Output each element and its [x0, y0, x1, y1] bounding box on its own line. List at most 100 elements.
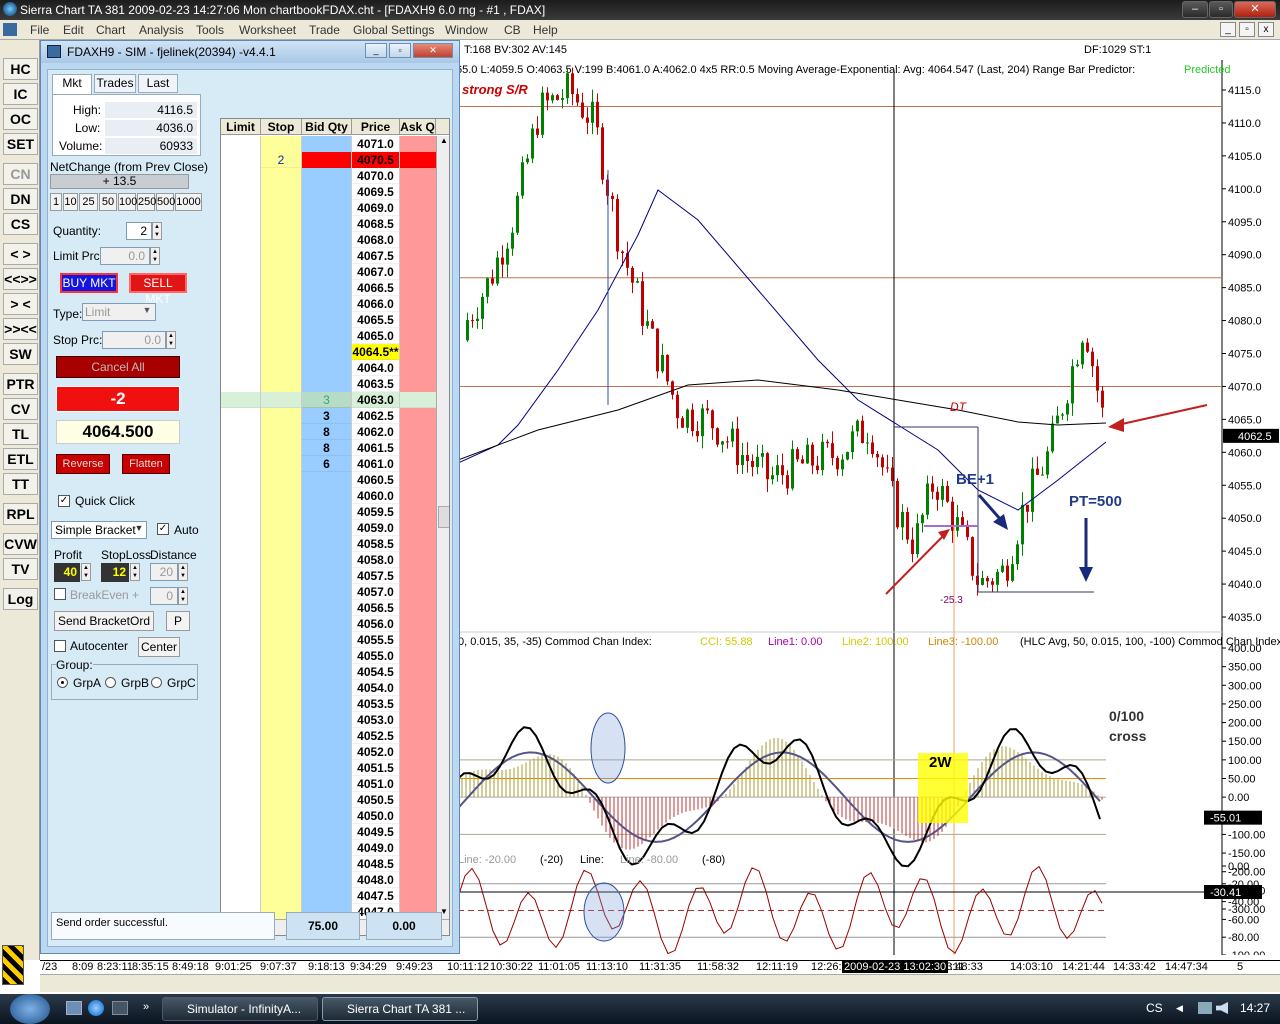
- tab-trades[interactable]: Trades: [94, 74, 136, 93]
- sound-alert-icon[interactable]: [2, 945, 24, 985]
- toolbar-button-19[interactable]: TV: [3, 558, 38, 580]
- toolbar-button-2[interactable]: OC: [3, 108, 38, 130]
- toolbar-button-3[interactable]: SET: [3, 133, 38, 155]
- reverse-button[interactable]: Reverse: [56, 454, 110, 474]
- toolbar-button-1[interactable]: IC: [3, 83, 38, 105]
- quicklaunch-expand-icon[interactable]: »: [143, 1001, 149, 1013]
- breakeven-stepper[interactable]: ▲ ▼: [178, 587, 188, 605]
- group-c-radio[interactable]: [151, 677, 162, 688]
- taskbar-item-sierra-chart[interactable]: Sierra Chart TA 381 ...: [322, 997, 478, 1021]
- breakeven-input[interactable]: 0: [150, 587, 178, 605]
- menu-trade[interactable]: Trade: [309, 23, 340, 37]
- menu-global-settings[interactable]: Global Settings: [353, 23, 434, 37]
- toolbar-button-4[interactable]: CN: [3, 163, 38, 185]
- toolbar-button-20[interactable]: Log: [3, 588, 38, 610]
- start-button[interactable]: [10, 994, 50, 1024]
- bid-qty-cell[interactable]: 8: [302, 440, 351, 456]
- group-b-radio[interactable]: [105, 677, 116, 688]
- menu-cb[interactable]: CB: [504, 23, 521, 37]
- clock[interactable]: 14:27: [1240, 1001, 1270, 1015]
- ask-qty-column[interactable]: [400, 136, 436, 921]
- toolbar-button-11[interactable]: SW: [3, 343, 38, 365]
- switch-windows-icon[interactable]: [112, 1001, 128, 1015]
- toolbar-button-9[interactable]: > <: [3, 293, 38, 315]
- menu-chart[interactable]: Chart: [96, 23, 125, 37]
- dom-minimize-button[interactable]: _: [365, 43, 387, 58]
- quick-click-checkbox[interactable]: ✓: [58, 495, 70, 507]
- close-button[interactable]: ✕: [1234, 1, 1276, 18]
- quantity-stepper[interactable]: ▲ ▼: [152, 222, 162, 240]
- toolbar-button-10[interactable]: >><<: [3, 318, 38, 340]
- stop-column[interactable]: 2: [261, 136, 302, 921]
- price-chart-svg[interactable]: T:168 BV:302 AV:145 DF:1029 ST:1 65.0 L:40…: [458, 40, 1280, 960]
- ask-row-highlight[interactable]: [400, 152, 436, 168]
- qty-preset-button-10[interactable]: 10: [63, 193, 78, 211]
- toolbar-button-7[interactable]: < >: [3, 243, 38, 265]
- stop-price-stepper[interactable]: ▲ ▼: [166, 331, 176, 349]
- center-button[interactable]: Center: [138, 637, 180, 657]
- send-bracket-order-button[interactable]: Send BracketOrd: [54, 611, 154, 631]
- menu-window[interactable]: Window: [445, 23, 488, 37]
- group-a-radio[interactable]: [57, 677, 68, 688]
- qty-preset-button-25[interactable]: 25: [79, 193, 98, 211]
- mdi-close-button[interactable]: x: [1258, 22, 1274, 37]
- qty-preset-button-250[interactable]: 250: [137, 193, 156, 211]
- menu-edit[interactable]: Edit: [63, 23, 84, 37]
- maximize-button[interactable]: ▫: [1209, 1, 1233, 18]
- scroll-up-icon[interactable]: ▲: [438, 136, 449, 150]
- chart-area[interactable]: T:168 BV:302 AV:145 DF:1029 ST:1 65.0 L:40…: [458, 40, 1280, 960]
- qty-preset-button-50[interactable]: 50: [99, 193, 117, 211]
- chevron-down-icon[interactable]: ▼: [140, 305, 154, 319]
- toolbar-button-15[interactable]: ETL: [3, 448, 38, 470]
- profit-stepper[interactable]: ▲ ▼: [81, 563, 91, 581]
- toolbar-button-8[interactable]: <<>>: [3, 268, 38, 290]
- browser-icon[interactable]: [88, 1000, 104, 1016]
- chart-horizontal-scrollbar[interactable]: [40, 974, 1280, 992]
- show-desktop-icon[interactable]: [66, 1001, 82, 1015]
- volume-icon[interactable]: [1216, 1002, 1228, 1014]
- profit-input[interactable]: 40: [54, 563, 80, 582]
- stop-order-qty[interactable]: 2: [261, 152, 301, 168]
- cancel-all-button[interactable]: Cancel All: [56, 356, 180, 378]
- chart-menu-icon[interactable]: [3, 23, 17, 36]
- ladder-scroll-thumb[interactable]: [438, 506, 449, 528]
- bid-qty-cell[interactable]: 3: [302, 408, 351, 424]
- language-indicator[interactable]: CS: [1146, 1001, 1163, 1015]
- bid-qty-cell[interactable]: 8: [302, 424, 351, 440]
- buy-market-button[interactable]: BUY MKT: [60, 273, 118, 293]
- auto-checkbox[interactable]: ✓: [157, 523, 169, 535]
- mdi-minimize-button[interactable]: _: [1220, 22, 1236, 37]
- dom-maximize-button[interactable]: ▫: [389, 43, 411, 58]
- menu-file[interactable]: File: [30, 23, 49, 37]
- toolbar-button-12[interactable]: PTR: [3, 373, 38, 395]
- bid-qty-column[interactable]: 33886: [302, 136, 352, 921]
- stoploss-stepper[interactable]: ▲ ▼: [130, 563, 140, 581]
- stop-price-input[interactable]: 0.0: [102, 331, 166, 349]
- autocenter-checkbox[interactable]: [54, 640, 66, 652]
- qty-preset-button-1[interactable]: 1: [50, 193, 62, 211]
- ladder-current-row-cell[interactable]: [261, 392, 301, 408]
- stop-order-row-highlight[interactable]: [302, 152, 351, 168]
- toolbar-button-0[interactable]: HC: [3, 58, 38, 80]
- toolbar-button-13[interactable]: CV: [3, 398, 38, 420]
- limit-column[interactable]: [221, 136, 261, 921]
- menu-help[interactable]: Help: [533, 23, 558, 37]
- ladder-current-row-cell[interactable]: [400, 392, 436, 408]
- toolbar-button-16[interactable]: TT: [3, 473, 38, 495]
- sell-market-button[interactable]: SELL MKT: [129, 273, 187, 306]
- bid-qty-cell[interactable]: 3: [302, 392, 351, 408]
- distance-input[interactable]: 20: [150, 563, 178, 581]
- mdi-restore-button[interactable]: ▫: [1239, 22, 1255, 37]
- flatten-button[interactable]: Flatten: [122, 454, 170, 474]
- stoploss-input[interactable]: 12: [101, 563, 129, 582]
- menu-worksheet[interactable]: Worksheet: [239, 23, 296, 37]
- tab-mkt[interactable]: Mkt: [52, 74, 92, 95]
- ladder-vertical-scrollbar[interactable]: ▲ ▼: [436, 136, 449, 921]
- limit-price-stepper[interactable]: ▲ ▼: [150, 247, 160, 265]
- toolbar-button-14[interactable]: TL: [3, 423, 38, 445]
- network-icon[interactable]: [1198, 1002, 1212, 1014]
- menu-analysis[interactable]: Analysis: [139, 23, 184, 37]
- limit-price-input[interactable]: 0.0: [100, 247, 150, 265]
- tab-last[interactable]: Last: [138, 74, 178, 93]
- p-button[interactable]: P: [166, 611, 190, 631]
